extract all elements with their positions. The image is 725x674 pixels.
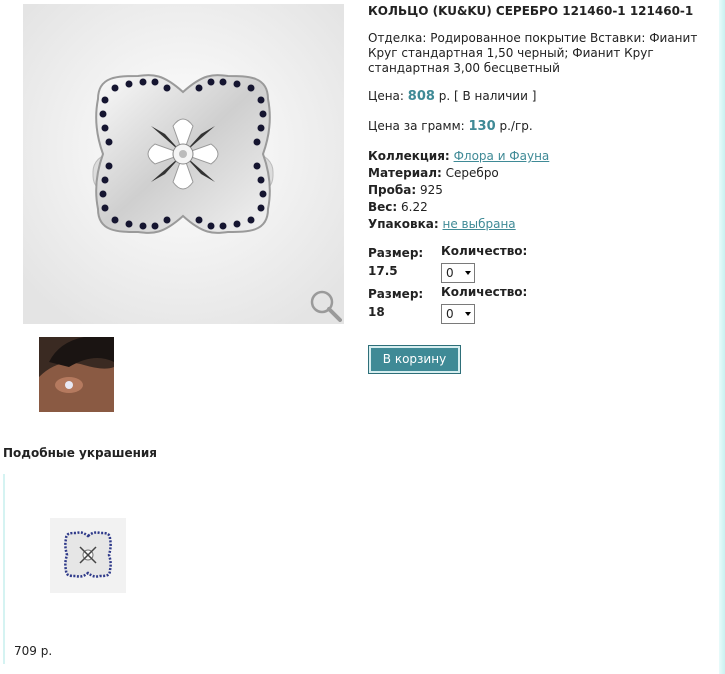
product-thumbnail[interactable] (39, 337, 114, 412)
gram-price-line: Цена за грамм: 130 р./гр. (368, 119, 533, 134)
size-label-text: Размер: (368, 287, 424, 301)
spec-weight-value: 6.22 (401, 200, 428, 214)
quantity-select[interactable]: 0 (441, 304, 475, 324)
spec-probe: Проба: 925 (368, 182, 549, 199)
size-row: Размер: 17.5 Количество: 0 (368, 244, 568, 284)
magnifier-icon[interactable] (308, 288, 342, 322)
quantity-value: 0 (446, 307, 454, 321)
similar-card-border (3, 474, 5, 664)
size-value: 17.5 (368, 264, 398, 278)
thumbnail-illustration (39, 337, 114, 412)
size-label-text: Размер: (368, 246, 424, 260)
gram-price-value: 130 (468, 119, 496, 134)
price-line: Цена: 808 р. [ В наличии ] (368, 89, 536, 104)
add-to-cart-button[interactable]: В корзину (368, 345, 461, 374)
similar-section-title: Подобные украшения (3, 446, 158, 460)
spec-weight: Вес: 6.22 (368, 199, 549, 216)
size-label: Размер: 17.5 (368, 244, 423, 280)
product-specs: Коллекция: Флора и Фауна Материал: Сереб… (368, 148, 549, 233)
quantity-label: Количество: (441, 285, 528, 299)
spec-collection-label: Коллекция: (368, 149, 450, 163)
size-row: Размер: 18 Количество: 0 (368, 285, 568, 325)
spec-material-value: Серебро (445, 166, 499, 180)
gram-price-label: Цена за грамм: (368, 119, 465, 133)
chevron-down-icon (465, 271, 471, 275)
product-main-image[interactable] (23, 4, 344, 324)
product-title: КОЛЬЦО (KU&KU) СЕРЕБРО 121460-1 121460-1 (368, 4, 694, 18)
spec-weight-label: Вес: (368, 200, 398, 214)
quantity-select[interactable]: 0 (441, 263, 475, 283)
product-finish: Отделка: Родированное покрытие Вставки: … (368, 31, 698, 75)
ring-illustration (23, 4, 344, 324)
size-value: 18 (368, 305, 385, 319)
spec-package: Упаковка: не выбрана (368, 216, 549, 233)
collection-link[interactable]: Флора и Фауна (454, 149, 550, 163)
price-value: 808 (407, 89, 435, 104)
spec-probe-label: Проба: (368, 183, 417, 197)
similar-item-image[interactable] (50, 518, 126, 593)
gram-price-suffix: р./гр. (499, 119, 533, 133)
spec-material: Материал: Серебро (368, 165, 549, 182)
package-link[interactable]: не выбрана (443, 217, 516, 231)
spec-material-label: Материал: (368, 166, 442, 180)
spec-collection: Коллекция: Флора и Фауна (368, 148, 549, 165)
spec-package-label: Упаковка: (368, 217, 439, 231)
chevron-down-icon (465, 312, 471, 316)
size-label: Размер: 18 (368, 285, 423, 321)
price-suffix: р. [ В наличии ] (438, 89, 537, 103)
similar-ring-illustration (50, 518, 126, 593)
price-label: Цена: (368, 89, 404, 103)
page-right-border (719, 0, 725, 674)
quantity-label: Количество: (441, 244, 528, 258)
quantity-value: 0 (446, 266, 454, 280)
spec-probe-value: 925 (419, 183, 443, 197)
similar-item-price: 709 р. (14, 644, 53, 658)
